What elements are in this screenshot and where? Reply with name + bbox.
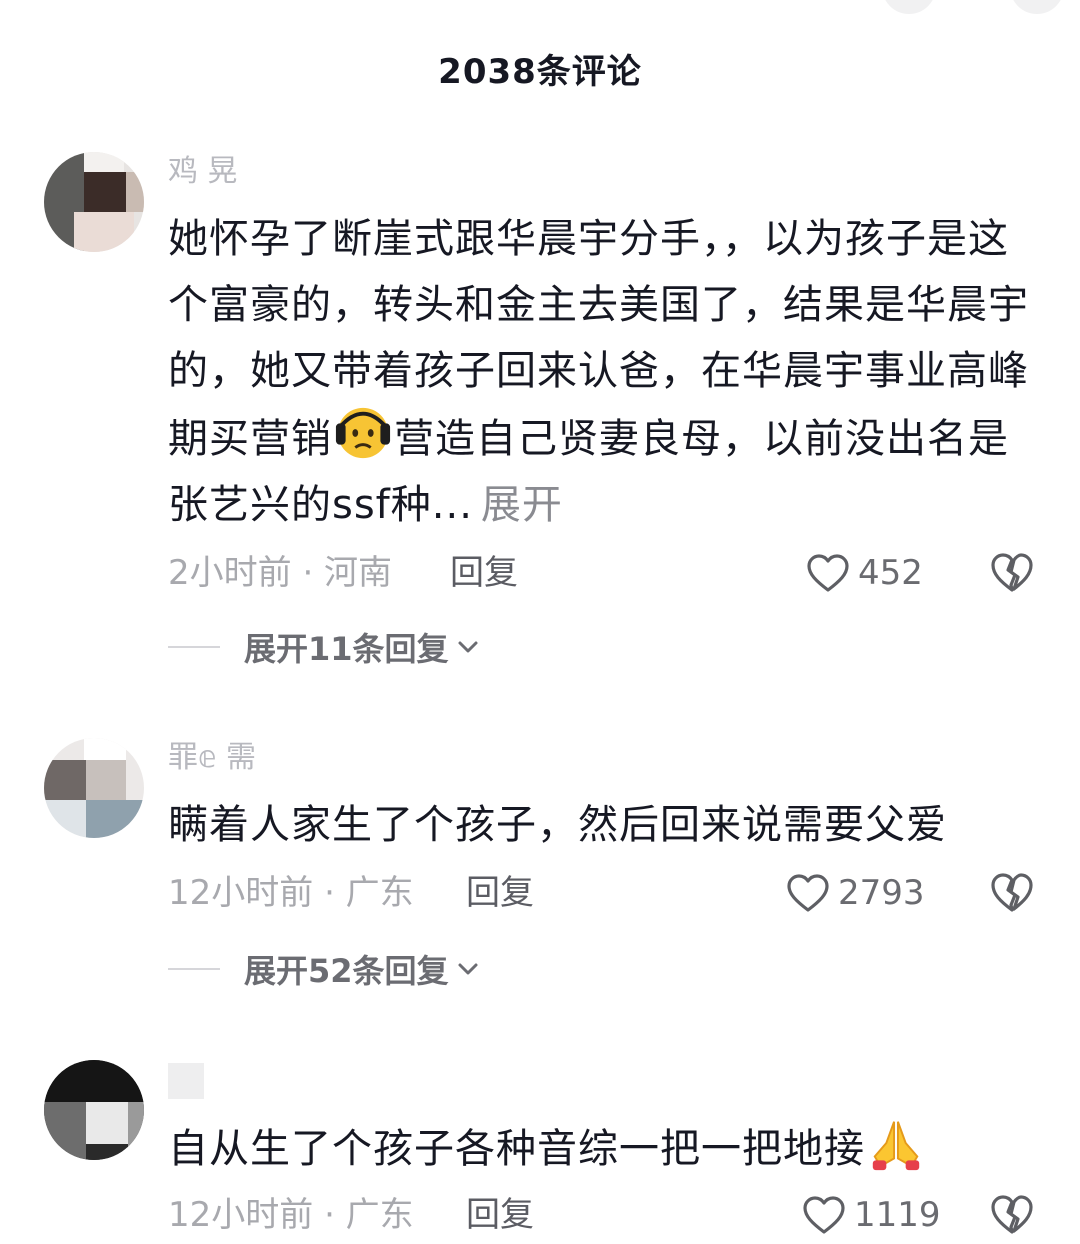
heart-outline-icon xyxy=(803,1196,845,1234)
chevron-down-icon xyxy=(458,963,478,975)
username-text: 罪𝕖 需 xyxy=(168,740,256,775)
expand-text-button[interactable]: 展开 xyxy=(481,482,563,528)
like-count: 2793 xyxy=(838,873,925,913)
broken-heart-icon[interactable] xyxy=(990,1192,1034,1236)
username-blurred xyxy=(168,1062,204,1099)
time-location: 12小时前 · 广东 xyxy=(168,873,414,913)
time-location: 12小时前 · 广东 xyxy=(168,1195,414,1235)
reply-button[interactable]: 回复 xyxy=(450,548,518,598)
chevron-down-icon xyxy=(458,641,478,653)
heart-outline-icon xyxy=(787,874,829,912)
like-button[interactable]: 1119 xyxy=(802,1190,941,1240)
comment-body: 自从生了个孩子各种音综一把一把地接 xyxy=(168,1126,865,1172)
username[interactable]: 鸡 晃 xyxy=(168,152,238,192)
comment-body: 瞒着人家生了个孩子，然后回来说需要父爱 xyxy=(168,802,947,848)
expand-replies-button[interactable]: 展开11条回复 xyxy=(168,622,481,672)
comment-text: 瞒着人家生了个孩子，然后回来说需要父爱 xyxy=(168,792,1038,858)
username[interactable]: 罪𝕖 需 xyxy=(168,738,256,778)
top-button-partial-2[interactable] xyxy=(1010,0,1064,14)
avatar[interactable] xyxy=(44,152,144,252)
top-action-buttons xyxy=(860,0,1080,14)
username[interactable] xyxy=(168,1060,210,1100)
comments-count-title: 2038条评论 xyxy=(438,52,642,92)
like-count: 1119 xyxy=(854,1195,941,1235)
heart-outline-icon xyxy=(807,554,849,592)
comment-text: 她怀孕了断崖式跟华晨宇分手，，以为孩子是这个富豪的，转头和金主去美国了，结果是华… xyxy=(168,206,1038,538)
time-location: 2小时前 · 河南 xyxy=(168,553,393,593)
divider xyxy=(168,968,220,970)
expand-replies-label: 展开11条回复 xyxy=(244,630,449,668)
like-count: 452 xyxy=(858,553,923,593)
reply-button[interactable]: 回复 xyxy=(466,868,534,918)
avatar[interactable] xyxy=(44,1060,144,1160)
broken-heart-icon[interactable] xyxy=(990,550,1034,594)
broken-heart-icon[interactable] xyxy=(990,870,1034,914)
divider xyxy=(168,646,220,648)
like-button[interactable]: 452 xyxy=(806,548,923,598)
reply-button[interactable]: 回复 xyxy=(466,1190,534,1240)
avatar[interactable] xyxy=(44,738,144,838)
expand-replies-label: 展开52条回复 xyxy=(244,952,449,990)
top-button-partial-1[interactable] xyxy=(882,0,936,14)
praying-hands-emoji xyxy=(872,1121,920,1171)
expand-replies-button[interactable]: 展开52条回复 xyxy=(168,944,481,994)
comment-text: 自从生了个孩子各种音综一把一把地接 xyxy=(168,1114,1038,1182)
like-button[interactable]: 2793 xyxy=(786,868,925,918)
username-text: 鸡 晃 xyxy=(168,154,238,189)
sad-face-emoji xyxy=(335,407,391,459)
